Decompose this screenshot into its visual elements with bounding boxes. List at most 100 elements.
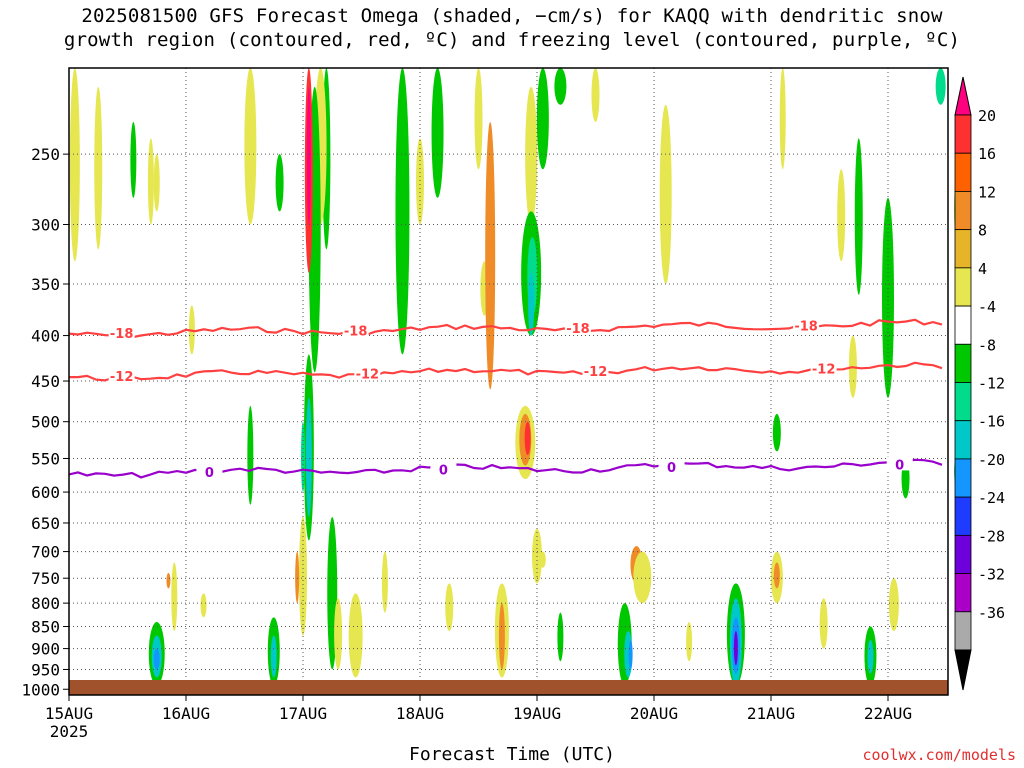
y-tick-label: 950 xyxy=(31,660,60,679)
colorbar-label: -20 xyxy=(978,451,1005,469)
colorbar-top-arrow xyxy=(954,76,972,116)
omega-cell xyxy=(536,68,549,170)
x-tick-label: 18AUG xyxy=(396,704,444,723)
contour-label: -12 xyxy=(110,370,134,385)
omega-cell xyxy=(557,612,564,662)
colorbar-label: -8 xyxy=(978,336,996,354)
omega-cell xyxy=(485,121,496,390)
x-year-label: 2025 xyxy=(50,722,89,741)
x-tick-label: 17AUG xyxy=(279,704,327,723)
y-axis: 250 300 350 400 450 500 550 600 650 700 750 800 850 9… xyxy=(21,145,69,699)
credit-link[interactable]: coolwx.com/models xyxy=(862,746,1016,764)
contour-label: -12 xyxy=(812,362,836,377)
y-tick-label: 550 xyxy=(31,449,60,468)
omega-cell xyxy=(244,68,257,225)
colorbar-segment xyxy=(954,420,972,460)
contour-label: 0 xyxy=(895,458,904,473)
y-tick-label: 750 xyxy=(31,569,60,588)
contour-label: -12 xyxy=(584,365,608,380)
y-tick-label: 400 xyxy=(31,327,60,346)
colorbar-label: -36 xyxy=(978,604,1005,622)
terrain-band xyxy=(69,680,948,695)
omega-cell xyxy=(633,551,652,604)
omega-cell xyxy=(445,583,454,632)
omega-cell xyxy=(306,86,311,225)
x-tick-label: 16AUG xyxy=(162,704,210,723)
colorbar-segment xyxy=(954,191,972,231)
omega-cell xyxy=(431,68,444,198)
colorbar-label: -16 xyxy=(978,413,1005,431)
omega-cell xyxy=(498,603,505,670)
omega-cell xyxy=(686,621,693,662)
omega-cell xyxy=(528,272,535,336)
contour-label: -12 xyxy=(356,367,380,382)
omega-cell xyxy=(270,635,277,678)
omega-cell xyxy=(779,68,786,170)
omega-cell xyxy=(130,121,137,198)
y-tick-label: 600 xyxy=(31,483,60,502)
omega-cell xyxy=(305,397,312,517)
contour-label: 0 xyxy=(667,461,676,476)
omega-cell xyxy=(166,573,171,589)
y-tick-label: 700 xyxy=(31,543,60,562)
x-tick-label: 22AUG xyxy=(864,704,912,723)
x-tick-label: 21AUG xyxy=(747,704,795,723)
colorbar-label: 20 xyxy=(978,107,996,125)
colorbar-segment xyxy=(954,267,972,307)
omega-cell xyxy=(200,593,207,618)
colorbar-label: 4 xyxy=(978,260,987,278)
omega-time-height-chart: -18 -18 -18 -18 -12 -12 -12 -12 0 0 0 0 250 300 350 40… xyxy=(21,67,1005,741)
y-tick-label: 800 xyxy=(31,594,60,613)
y-tick-label: 350 xyxy=(31,275,60,294)
omega-cell xyxy=(867,639,874,674)
colorbar-label: -24 xyxy=(978,489,1005,507)
omega-cell xyxy=(773,562,780,589)
contour-label: -18 xyxy=(566,322,590,337)
omega-cell xyxy=(888,578,899,632)
y-tick-label: 500 xyxy=(31,413,60,432)
colorbar-legend: 20 16 12 8 4 -4 -8 -12 -16 -20 -24 -28 -32 -36 xyxy=(954,76,1005,691)
omega-cell xyxy=(69,68,80,262)
omega-cell xyxy=(395,68,410,355)
colorbar-label: 8 xyxy=(978,222,987,240)
contour-label: -18 xyxy=(344,324,368,339)
colorbar-label: -32 xyxy=(978,566,1005,584)
contour-label: 0 xyxy=(439,463,448,478)
contour-label: 0 xyxy=(205,466,214,481)
colorbar-segment xyxy=(954,611,972,651)
y-tick-label: 1000 xyxy=(21,680,60,699)
omega-cell xyxy=(153,648,160,670)
omega-cell xyxy=(772,413,781,452)
colorbar-segment xyxy=(954,382,972,422)
colorbar-segment xyxy=(954,305,972,345)
colorbar-label: -28 xyxy=(978,527,1005,545)
y-tick-label: 300 xyxy=(31,216,60,235)
colorbar-segment xyxy=(954,496,972,536)
omega-cell xyxy=(381,551,388,613)
omega-cell xyxy=(539,551,546,568)
contour-label: -18 xyxy=(110,327,134,342)
omega-cell xyxy=(524,421,531,455)
colorbar-label: 16 xyxy=(978,145,996,163)
omega-cell xyxy=(171,562,178,632)
omega-cell xyxy=(837,169,846,262)
omega-cell xyxy=(628,639,633,670)
colorbar-segment xyxy=(954,152,972,192)
omega-cell xyxy=(153,154,160,212)
y-tick-label: 250 xyxy=(31,145,60,164)
omega-cell xyxy=(348,593,363,678)
colorbar-segment xyxy=(954,114,972,154)
contour-label: -18 xyxy=(794,319,818,334)
omega-cell xyxy=(525,86,538,225)
x-axis: 15AUG 16AUG 17AUG 18AUG 19AUG 20AUG 21AUG 22AUG… xyxy=(45,695,912,741)
colorbar-segment xyxy=(954,534,972,574)
omega-cell xyxy=(854,138,863,295)
temperature-contours: -18 -18 -18 -18 -12 -12 -12 -12 0 0 0 0 xyxy=(68,317,943,481)
omega-cell xyxy=(147,138,154,225)
omega-cell xyxy=(416,138,424,225)
y-tick-label: 650 xyxy=(31,514,60,533)
colorbar-label: -12 xyxy=(978,375,1005,393)
omega-cell xyxy=(295,551,300,604)
y-tick-label: 850 xyxy=(31,618,60,637)
colorbar-segment xyxy=(954,343,972,383)
